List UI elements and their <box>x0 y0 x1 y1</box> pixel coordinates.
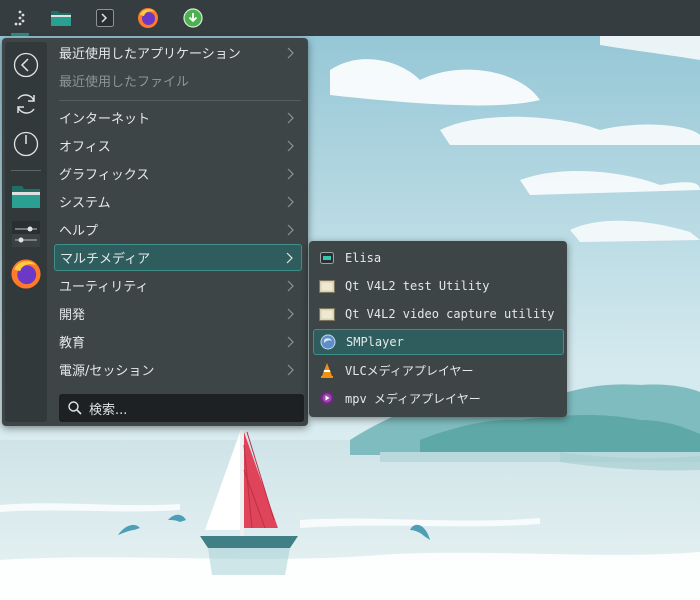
category-label: 開発 <box>59 308 86 323</box>
submenu-item-label: Elisa <box>345 251 382 265</box>
category-label: インターネット <box>59 112 151 127</box>
chevron-right-icon <box>287 112 294 123</box>
refresh-icon <box>17 94 35 114</box>
folder-icon <box>51 11 71 26</box>
multimedia-submenu: Elisa Qt V4L2 test Utility Qt V4L2 video… <box>309 241 567 417</box>
submenu-item-elisa[interactable]: Elisa <box>313 245 564 271</box>
firefox-favorite[interactable] <box>10 258 42 290</box>
firefox-icon <box>11 259 41 289</box>
category-label: グラフィックス <box>59 168 150 183</box>
submenu-item-label: Qt V4L2 video capture utility <box>345 307 555 321</box>
back-arrow-icon <box>13 52 39 78</box>
system-settings-favorite[interactable] <box>10 218 42 250</box>
chevron-right-icon <box>287 336 294 347</box>
chevron-right-icon <box>287 47 294 58</box>
top-panel <box>0 0 700 36</box>
application-launcher-button[interactable] <box>3 0 37 36</box>
back-button[interactable] <box>10 49 42 81</box>
qv4l2-icon <box>319 278 335 294</box>
reboot-button[interactable] <box>10 88 42 120</box>
category-label: ユーティリティ <box>59 280 149 295</box>
submenu-item-qvidcap[interactable]: Qt V4L2 video capture utility <box>313 301 564 327</box>
chevron-right-icon <box>287 196 294 207</box>
menu-separator <box>59 100 301 101</box>
chevron-right-icon <box>287 168 294 179</box>
file-manager-icon <box>12 186 40 208</box>
download-launcher[interactable] <box>176 0 210 36</box>
submenu-item-label: Qt V4L2 test Utility <box>345 279 490 293</box>
category-power-session[interactable]: 電源/セッション <box>54 356 302 383</box>
category-education[interactable]: 教育 <box>54 328 302 355</box>
elisa-icon <box>319 250 335 266</box>
menu-sidebar <box>5 42 47 422</box>
category-multimedia[interactable]: マルチメディア <box>54 244 302 271</box>
submenu-item-vlc[interactable]: VLCメディアプレイヤー <box>313 357 564 383</box>
chevron-right-icon <box>287 308 294 319</box>
chevron-right-icon <box>286 252 293 263</box>
submenu-item-label: SMPlayer <box>346 335 404 349</box>
smplayer-icon <box>320 334 336 350</box>
application-launcher-icon <box>14 10 25 26</box>
menu-item-recent-apps[interactable]: 最近使用したアプリケーション <box>54 39 302 66</box>
search-icon <box>68 401 82 415</box>
firefox-launcher[interactable] <box>131 0 165 36</box>
file-manager-favorite[interactable] <box>10 180 42 212</box>
chevron-right-icon <box>287 364 294 375</box>
category-label: 電源/セッション <box>59 364 155 379</box>
category-utilities[interactable]: ユーティリティ <box>54 272 302 299</box>
category-office[interactable]: オフィス <box>54 132 302 159</box>
file-manager-launcher[interactable] <box>44 0 78 36</box>
category-label: 教育 <box>59 336 86 351</box>
submenu-item-qv4l2[interactable]: Qt V4L2 test Utility <box>313 273 564 299</box>
chevron-right-icon <box>287 280 294 291</box>
system-settings-icon <box>12 221 40 247</box>
category-development[interactable]: 開発 <box>54 300 302 327</box>
submenu-item-smplayer[interactable]: SMPlayer <box>313 329 564 355</box>
download-icon <box>183 8 203 28</box>
qvidcap-icon <box>319 306 335 322</box>
category-label: マルチメディア <box>60 252 151 267</box>
vlc-cone-icon <box>319 362 335 378</box>
submenu-item-label: mpv メディアプレイヤー <box>345 391 481 406</box>
firefox-icon <box>138 8 158 28</box>
terminal-icon <box>96 9 114 27</box>
search-placeholder: 検索... <box>89 402 128 418</box>
category-help[interactable]: ヘルプ <box>54 216 302 243</box>
category-internet[interactable]: インターネット <box>54 104 302 131</box>
submenu-item-mpv[interactable]: mpv メディアプレイヤー <box>313 385 564 411</box>
category-graphics[interactable]: グラフィックス <box>54 160 302 187</box>
application-menu: 最近使用したアプリケーション 最近使用したファイル インターネット オフィス グ… <box>2 38 308 426</box>
terminal-launcher[interactable] <box>88 0 122 36</box>
mpv-icon <box>319 390 335 406</box>
chevron-right-icon <box>287 224 294 235</box>
chevron-right-icon <box>287 140 294 151</box>
sidebar-separator <box>11 170 41 171</box>
menu-item-recent-files[interactable]: 最近使用したファイル <box>54 67 302 94</box>
shutdown-button[interactable] <box>10 128 42 160</box>
category-system[interactable]: システム <box>54 188 302 215</box>
power-icon <box>13 131 39 157</box>
category-label: システム <box>59 196 111 211</box>
menu-item-label: 最近使用したアプリケーション <box>59 47 241 62</box>
search-input[interactable]: 検索... <box>59 394 304 422</box>
category-label: ヘルプ <box>59 224 99 239</box>
category-label: オフィス <box>59 140 111 155</box>
submenu-item-label: VLCメディアプレイヤー <box>345 363 474 378</box>
menu-item-label: 最近使用したファイル <box>59 75 190 90</box>
